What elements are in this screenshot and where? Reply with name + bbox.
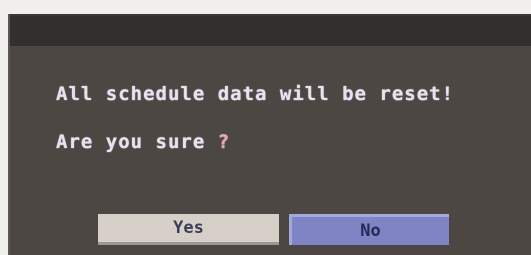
reset-confirm-dialog: All schedule data will be reset! Are you… <box>8 14 531 255</box>
dialog-title-bar <box>10 14 531 46</box>
exclamation-mark: ! <box>441 83 455 105</box>
warning-text: All schedule data will be reset <box>56 83 442 105</box>
reset-warning-message: All schedule data will be reset! <box>56 83 454 105</box>
question-text: Are you sure <box>56 131 206 153</box>
question-mark: ? <box>217 131 231 153</box>
confirm-question: Are you sure ? <box>56 131 230 153</box>
no-button[interactable]: No <box>289 214 449 245</box>
yes-button[interactable]: Yes <box>98 214 279 245</box>
